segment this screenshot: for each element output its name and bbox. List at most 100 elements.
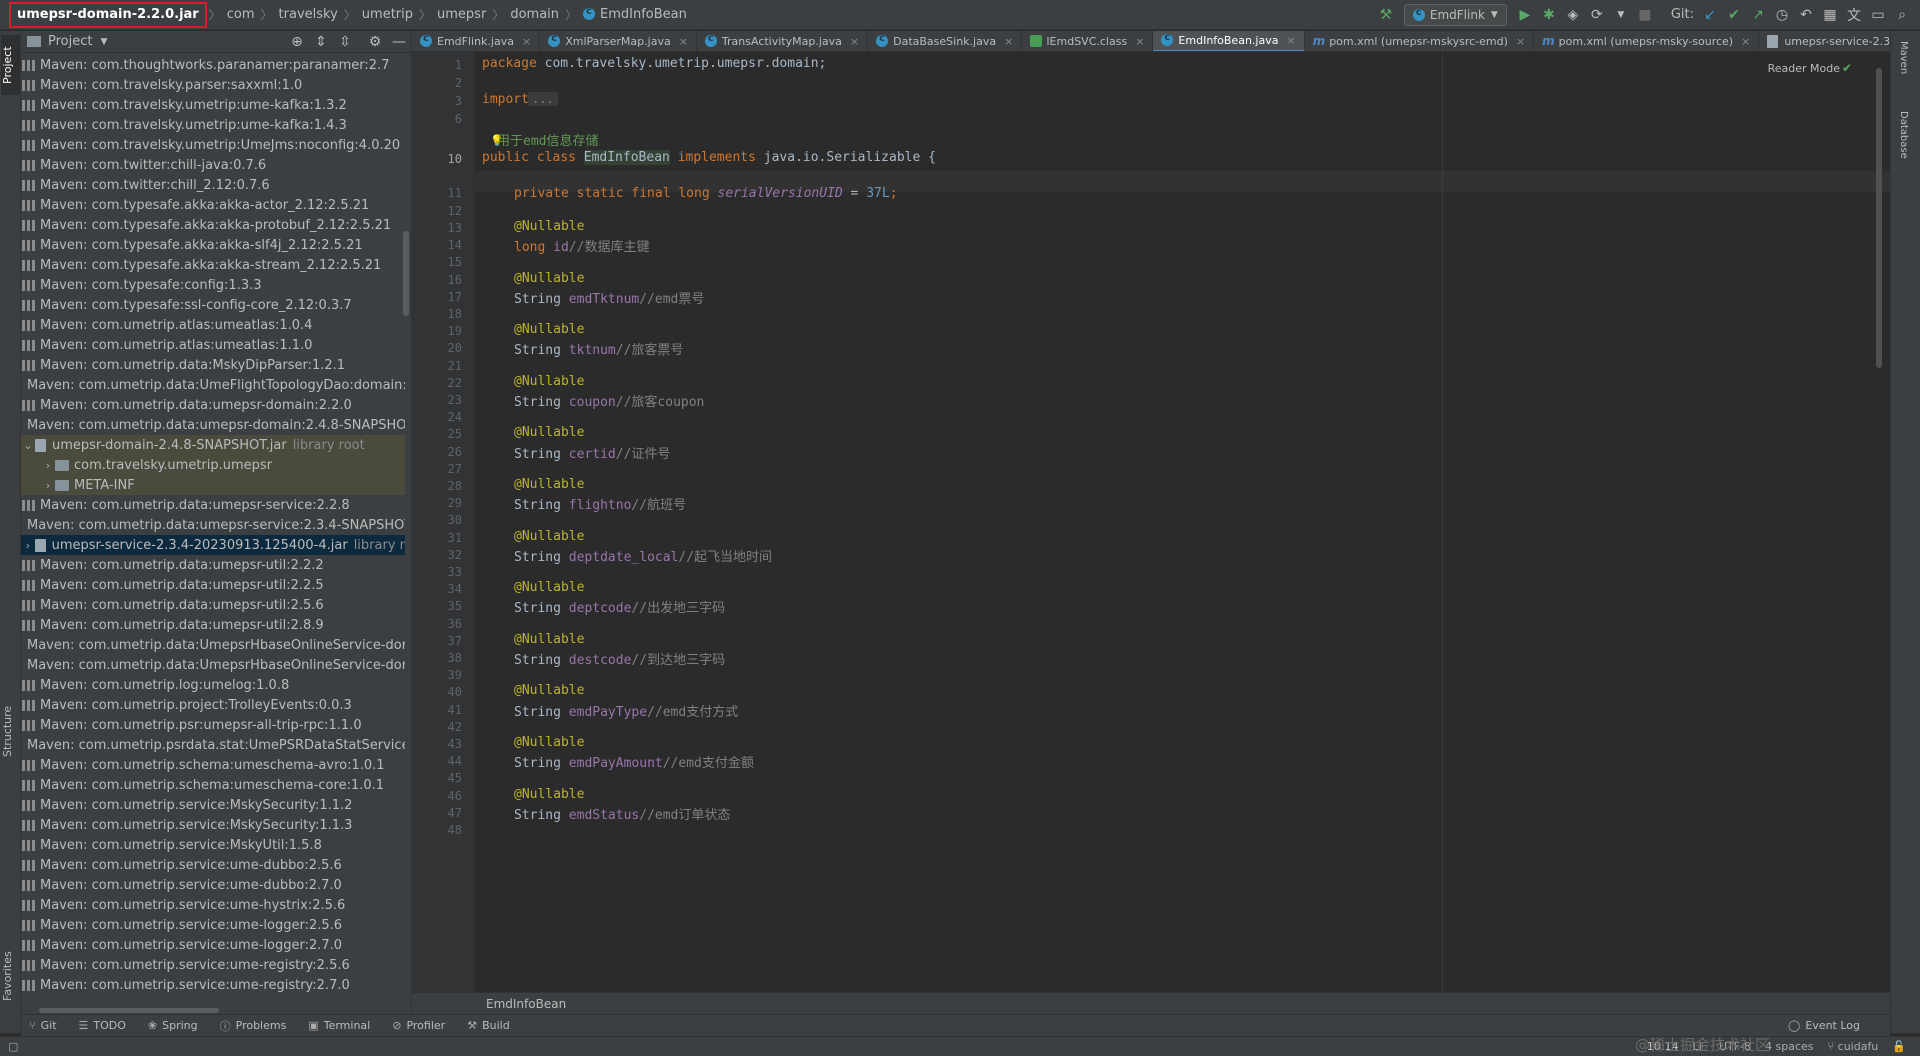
tree-item[interactable]: Maven: com.umetrip.data:UmeFlightTopolog… <box>21 375 405 395</box>
coverage-icon[interactable]: ◈ <box>1561 3 1585 27</box>
git-branch[interactable]: ⑂ cuidafu <box>1828 1040 1879 1053</box>
project-scrollbar[interactable] <box>403 231 409 316</box>
breadcrumb-domain[interactable]: domain <box>506 7 563 22</box>
tree-item[interactable]: Maven: com.umetrip.data:umepsr-domain:2.… <box>21 415 405 435</box>
tree-item[interactable]: Maven: com.umetrip.service:ume-hystrix:2… <box>21 895 405 915</box>
window-icon[interactable]: ▭ <box>1866 3 1890 27</box>
tree-item[interactable]: Maven: com.umetrip.atlas:umeatlas:1.0.4 <box>21 315 405 335</box>
close-icon[interactable]: × <box>679 35 688 48</box>
tree-item[interactable]: › com.travelsky.umetrip.umepsr <box>21 455 405 475</box>
event-log-button[interactable]: ◯ Event Log <box>1788 1019 1860 1032</box>
tree-item[interactable]: Maven: com.umetrip.data:umepsr-service:2… <box>21 495 405 515</box>
editor-tab[interactable]: m pom.xml (umepsr-mskysrc-emd) × <box>1305 31 1535 51</box>
tree-item[interactable]: Maven: com.umetrip.log:umelog:1.0.8 <box>21 675 405 695</box>
profile-icon[interactable]: ⟳ <box>1585 3 1609 27</box>
minimize-icon[interactable]: — <box>387 30 411 54</box>
tree-item[interactable]: Maven: com.umetrip.service:ume-logger:2.… <box>21 935 405 955</box>
tree-item[interactable]: Maven: com.umetrip.psrdata.stat:UmePSRDa… <box>21 735 405 755</box>
indent-setting[interactable]: 4 spaces <box>1765 1040 1814 1053</box>
stop-icon[interactable]: ■ <box>1633 3 1657 27</box>
run-config-dropdown[interactable]: EmdFlink ▼ <box>1403 3 1507 26</box>
collapse-all-icon[interactable]: ⇳ <box>333 30 357 54</box>
editor-tab[interactable]: EmdInfoBean.java × <box>1153 31 1305 51</box>
tool-window-button[interactable]: ⚒ Build <box>467 1019 510 1032</box>
tree-item[interactable]: Maven: com.umetrip.data:umepsr-util:2.2.… <box>21 575 405 595</box>
tool-window-button[interactable]: ❀ Spring <box>148 1019 198 1032</box>
git-push-icon[interactable]: ↗ <box>1746 3 1770 27</box>
tree-item[interactable]: Maven: com.umetrip.data:umepsr-util:2.8.… <box>21 615 405 635</box>
close-icon[interactable]: × <box>1516 35 1525 48</box>
tree-item[interactable]: Maven: com.thoughtworks.paranamer:parana… <box>21 55 405 75</box>
tree-item[interactable]: Maven: com.umetrip.data:UmepsrHbaseOnlin… <box>21 635 405 655</box>
tree-item[interactable]: Maven: com.umetrip.data:UmepsrHbaseOnlin… <box>21 655 405 675</box>
tree-item[interactable]: Maven: com.travelsky.umetrip:ume-kafka:1… <box>21 115 405 135</box>
maven-tool-tab[interactable]: Maven <box>1898 41 1909 74</box>
tree-item[interactable]: › META-INF <box>21 475 405 495</box>
tree-item[interactable]: Maven: com.umetrip.service:ume-registry:… <box>21 955 405 975</box>
project-structure-icon[interactable]: ▦ <box>1818 3 1842 27</box>
chevron-down-icon[interactable]: ▼ <box>100 37 107 47</box>
tree-item[interactable]: Maven: com.umetrip.data:umepsr-util:2.2.… <box>21 555 405 575</box>
tree-item[interactable]: Maven: com.umetrip.service:MskySecurity:… <box>21 795 405 815</box>
git-update-icon[interactable]: ↙ <box>1698 3 1722 27</box>
breadcrumb-com[interactable]: com <box>223 7 259 22</box>
import-fold[interactable]: ... <box>528 92 558 106</box>
chevron-down-icon[interactable]: ⌄ <box>21 439 35 452</box>
tool-window-button[interactable]: ⊘ Profiler <box>392 1019 445 1032</box>
tree-item[interactable]: Maven: com.umetrip.data:umepsr-util:2.5.… <box>21 595 405 615</box>
close-icon[interactable]: × <box>1286 34 1295 47</box>
reader-mode-toggle[interactable]: Reader Mode <box>1768 62 1840 75</box>
inspection-ok-icon[interactable]: ✔ <box>1842 61 1852 75</box>
project-view-selector[interactable]: Project <box>48 34 92 49</box>
tree-item[interactable]: ⌄ umepsr-domain-2.4.8-SNAPSHOT.jar library… <box>21 435 405 455</box>
status-toggle-icon[interactable]: ▢ <box>8 1040 18 1053</box>
breadcrumb-umepsr[interactable]: umepsr <box>433 7 490 22</box>
tree-item[interactable]: Maven: com.travelsky.parser:saxxml:1.0 <box>21 75 405 95</box>
tree-item[interactable]: Maven: com.umetrip.data:MskyDipParser:1.… <box>21 355 405 375</box>
locate-icon[interactable]: ⊕ <box>285 30 309 54</box>
tree-item[interactable]: Maven: com.typesafe.akka:akka-stream_2.1… <box>21 255 405 275</box>
editor-tab[interactable]: XmlParserMap.java × <box>540 31 697 51</box>
tree-item[interactable]: Maven: com.typesafe.akka:akka-slf4j_2.12… <box>21 235 405 255</box>
chevron-right-icon[interactable]: › <box>21 539 35 552</box>
chevron-right-icon[interactable]: › <box>41 459 55 472</box>
tree-item[interactable]: Maven: com.umetrip.psr:umepsr-all-trip-r… <box>21 715 405 735</box>
expand-all-icon[interactable]: ⇕ <box>309 30 333 54</box>
breadcrumb-umetrip[interactable]: umetrip <box>358 7 417 22</box>
git-commit-icon[interactable]: ✔ <box>1722 3 1746 27</box>
close-icon[interactable]: × <box>850 35 859 48</box>
breadcrumb-jar[interactable]: umepsr-domain-2.2.0.jar <box>9 1 207 28</box>
tree-item[interactable]: Maven: com.umetrip.service:ume-logger:2.… <box>21 915 405 935</box>
project-horizontal-scrollbar[interactable] <box>39 1008 219 1013</box>
close-icon[interactable]: × <box>522 35 531 48</box>
editor-tab[interactable]: m pom.xml (umepsr-msky-source) × <box>1534 31 1760 51</box>
run-icon[interactable]: ▶ <box>1513 3 1537 27</box>
gear-icon[interactable]: ⚙ <box>363 30 387 54</box>
tool-window-button[interactable]: ⑂ Git <box>29 1019 57 1032</box>
tree-item[interactable]: Maven: com.twitter:chill_2.12:0.7.6 <box>21 175 405 195</box>
lock-icon[interactable]: 🔓 <box>1892 1040 1906 1053</box>
close-icon[interactable]: × <box>1004 35 1013 48</box>
tree-item[interactable]: Maven: com.umetrip.data:umepsr-service:2… <box>21 515 405 535</box>
editor-breadcrumb-class[interactable]: EmdInfoBean <box>486 997 566 1011</box>
code-editor[interactable]: Reader Mode ✔ package com.travelsky.umet… <box>474 52 1890 992</box>
tree-item[interactable]: Maven: com.umetrip.data:umepsr-domain:2.… <box>21 395 405 415</box>
debug-icon[interactable]: ✱ <box>1537 3 1561 27</box>
tree-item[interactable]: Maven: com.umetrip.schema:umeschema-core… <box>21 775 405 795</box>
history-icon[interactable]: ◷ <box>1770 3 1794 27</box>
rollback-icon[interactable]: ↶ <box>1794 3 1818 27</box>
tree-item[interactable]: Maven: com.typesafe:ssl-config-core_2.12… <box>21 295 405 315</box>
editor-tab[interactable]: TransActivityMap.java × <box>697 31 869 51</box>
editor-tab[interactable]: IEmdSVC.class × <box>1022 31 1154 51</box>
tree-item[interactable]: Maven: com.umetrip.atlas:umeatlas:1.1.0 <box>21 335 405 355</box>
chevron-right-icon[interactable]: › <box>41 479 55 492</box>
tree-item[interactable]: Maven: com.travelsky.umetrip:UmeJms:noco… <box>21 135 405 155</box>
editor-scrollbar[interactable] <box>1876 68 1882 368</box>
tree-item[interactable]: Maven: com.umetrip.service:MskySecurity:… <box>21 815 405 835</box>
search-icon[interactable]: ⌕ <box>1890 3 1914 27</box>
tree-item[interactable]: Maven: com.umetrip.schema:umeschema-avro… <box>21 755 405 775</box>
tree-item[interactable]: Maven: com.umetrip.service:ume-dubbo:2.5… <box>21 855 405 875</box>
breadcrumb-class[interactable]: EmdInfoBean <box>579 6 691 22</box>
build-hammer-icon[interactable]: ⚒ <box>1374 3 1398 27</box>
tree-item[interactable]: Maven: com.umetrip.service:ume-registry:… <box>21 975 405 995</box>
